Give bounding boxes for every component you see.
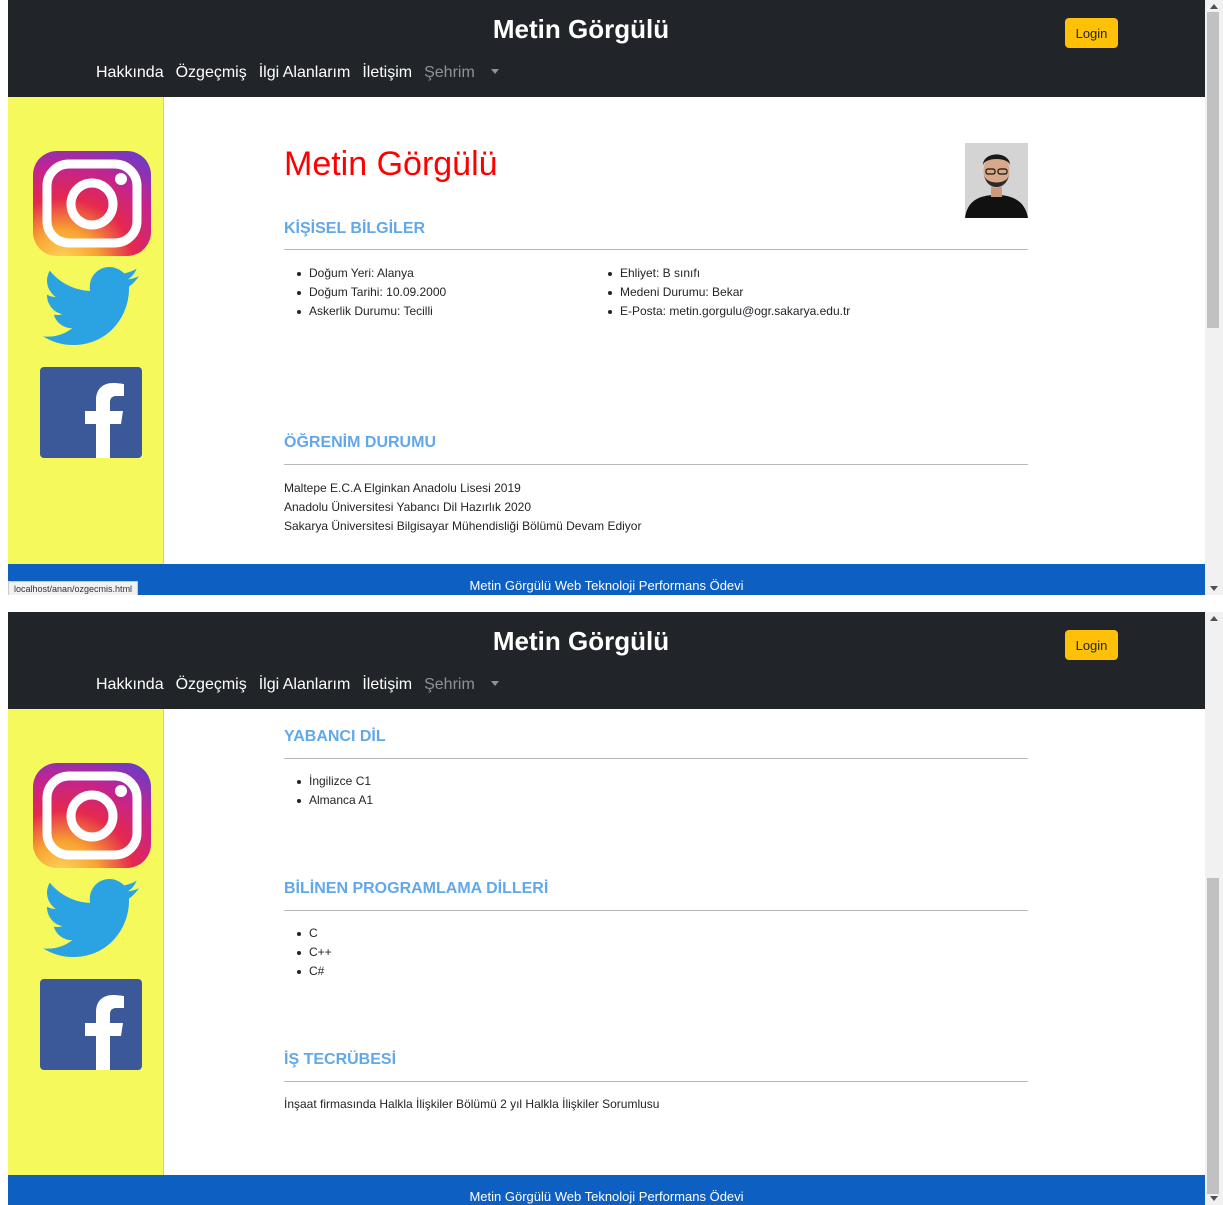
scrollbar-thumb[interactable] [1207, 12, 1219, 328]
site-brand[interactable]: Metin Görgülü [8, 14, 1154, 45]
site-brand[interactable]: Metin Görgülü [8, 626, 1154, 657]
login-button[interactable]: Login [1065, 630, 1118, 660]
main-content: YABANCI DİL İngilizce C1 Almanca A1 BİLİ… [284, 728, 1028, 1168]
list-item: Askerlik Durumu: Tecilli [284, 302, 446, 321]
city-dropdown-label: Şehrim [424, 64, 475, 81]
nav-link-ozgecmis[interactable]: Özgeçmiş [176, 676, 247, 694]
twitter-icon[interactable] [41, 267, 141, 352]
facebook-icon[interactable] [40, 979, 142, 1075]
main-content: Metin Görgülü KİŞİSEL BİLGİLER Doğum Yer… [284, 141, 1028, 581]
site-footer: Metin Görgülü Web Teknoloji Performans Ö… [8, 1175, 1205, 1205]
education-item: Anadolu Üniversitesi Yabancı Dil Hazırlı… [284, 500, 532, 514]
section-divider [284, 758, 1028, 759]
social-sidebar [8, 97, 164, 565]
list-item: Doğum Yeri: Alanya [284, 264, 446, 283]
nav-link-hakkinda[interactable]: Hakkında [96, 64, 164, 82]
section-title-education: ÖĞRENİM DURUMU [284, 434, 436, 451]
list-item: C# [284, 962, 332, 981]
education-item: Maltepe E.C.A Elginkan Anadolu Lisesi 20… [284, 481, 521, 495]
browser-status-url: localhost/anan/ozgecmis.html [8, 581, 139, 595]
vertical-scrollbar[interactable] [1205, 612, 1223, 1205]
list-item: İngilizce C1 [284, 772, 373, 791]
navbar: Metin Görgülü Login Hakkında Özgeçmiş İl… [8, 0, 1205, 97]
page-screenshot-bottom: Metin Görgülü Login Hakkında Özgeçmiş İl… [0, 612, 1223, 1205]
nav-link-iletisim[interactable]: İletişim [362, 676, 412, 694]
section-divider [284, 1081, 1028, 1082]
experience-text: İnşaat firmasında Halkla İlişkiler Bölüm… [284, 1097, 660, 1111]
section-divider [284, 249, 1028, 250]
scroll-down-arrow-icon[interactable] [1210, 586, 1218, 591]
list-item: C++ [284, 943, 332, 962]
viewport: Metin Görgülü Login Hakkında Özgeçmiş İl… [8, 612, 1205, 1205]
city-dropdown-label: Şehrim [424, 676, 475, 693]
profile-name: Metin Görgülü [284, 145, 498, 183]
nav-link-ilgi-alanlarim[interactable]: İlgi Alanlarım [259, 64, 351, 82]
section-divider [284, 910, 1028, 911]
section-title-programming: BİLİNEN PROGRAMLAMA DİLLERİ [284, 880, 549, 897]
facebook-icon[interactable] [40, 367, 142, 463]
caret-down-icon [490, 69, 499, 74]
personal-info-right-list: Ehliyet: B sınıfı Medeni Durumu: Bekar E… [595, 264, 850, 321]
nav-link-ilgi-alanlarim[interactable]: İlgi Alanlarım [259, 676, 351, 694]
scroll-up-arrow-icon[interactable] [1210, 616, 1218, 621]
scroll-down-arrow-icon[interactable] [1210, 1196, 1218, 1201]
scrollbar-thumb[interactable] [1207, 878, 1219, 1194]
page-screenshot-top: Metin Görgülü Login Hakkında Özgeçmiş İl… [0, 0, 1223, 595]
list-item: Medeni Durumu: Bekar [595, 283, 850, 302]
nav-link-ozgecmis[interactable]: Özgeçmiş [176, 64, 247, 82]
list-item: Almanca A1 [284, 791, 373, 810]
programming-list: C C++ C# [284, 924, 332, 981]
site-footer: Metin Görgülü Web Teknoloji Performans Ö… [8, 564, 1205, 595]
list-item: C [284, 924, 332, 943]
login-button[interactable]: Login [1065, 18, 1118, 48]
nav-menu: Hakkında Özgeçmiş İlgi Alanlarım İletişi… [96, 676, 511, 694]
twitter-icon[interactable] [41, 879, 141, 964]
nav-link-hakkinda[interactable]: Hakkında [96, 676, 164, 694]
screenshot-separator [0, 595, 1223, 612]
section-title-experience: İŞ TECRÜBESİ [284, 1051, 397, 1068]
instagram-icon[interactable] [33, 151, 151, 261]
section-title-languages: YABANCI DİL [284, 728, 386, 745]
languages-list: İngilizce C1 Almanca A1 [284, 772, 373, 810]
caret-down-icon [490, 681, 499, 686]
vertical-scrollbar[interactable] [1205, 0, 1223, 595]
navbar: Metin Görgülü Login Hakkında Özgeçmiş İl… [8, 612, 1205, 709]
profile-photo [965, 143, 1028, 218]
personal-info-left-list: Doğum Yeri: Alanya Doğum Tarihi: 10.09.2… [284, 264, 446, 321]
city-dropdown[interactable]: Şehrim [424, 676, 499, 694]
section-divider [284, 464, 1028, 465]
list-item: E-Posta: metin.gorgulu@ogr.sakarya.edu.t… [595, 302, 850, 321]
list-item: Doğum Tarihi: 10.09.2000 [284, 283, 446, 302]
nav-link-iletisim[interactable]: İletişim [362, 64, 412, 82]
list-item: Ehliyet: B sınıfı [595, 264, 850, 283]
city-dropdown[interactable]: Şehrim [424, 64, 499, 82]
viewport: Metin Görgülü Login Hakkında Özgeçmiş İl… [8, 0, 1205, 595]
education-item: Sakarya Üniversitesi Bilgisayar Mühendis… [284, 519, 642, 533]
social-sidebar [8, 709, 164, 1175]
section-title-personal: KİŞİSEL BİLGİLER [284, 220, 426, 237]
nav-menu: Hakkında Özgeçmiş İlgi Alanlarım İletişi… [96, 64, 511, 82]
scroll-up-arrow-icon[interactable] [1210, 4, 1218, 9]
instagram-icon[interactable] [33, 763, 151, 873]
